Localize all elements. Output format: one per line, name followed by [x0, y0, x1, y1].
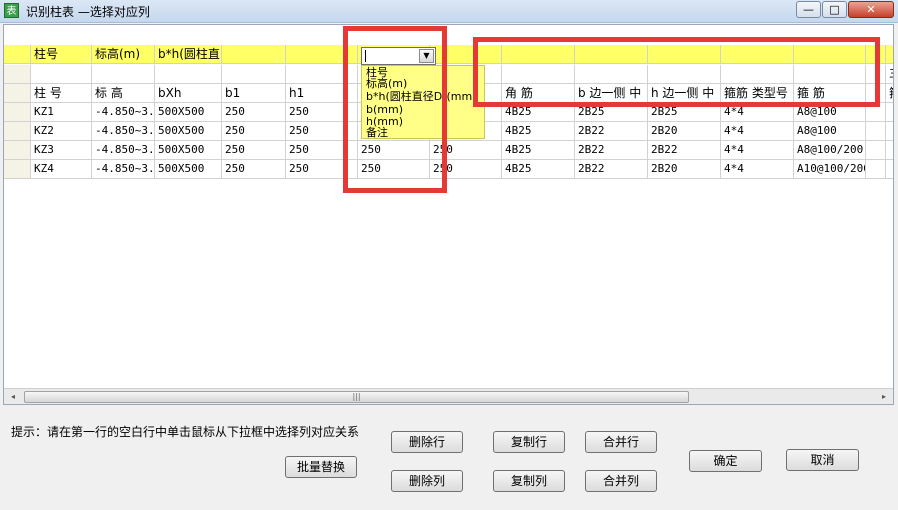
grid-cell: -4.850~3.1 — [92, 122, 155, 141]
grid-cell: 2B20 — [648, 160, 721, 179]
grid-cell: 500X500 — [155, 122, 222, 141]
grid-cell: 箍 — [886, 84, 893, 103]
merge-column-button[interactable]: 合并列 — [585, 470, 657, 492]
grid-cell: 250 — [222, 141, 286, 160]
grid-cell — [866, 122, 886, 141]
cancel-button[interactable]: 取消 — [786, 449, 859, 471]
grid-cell — [886, 103, 893, 122]
grid-cell — [886, 160, 893, 179]
grid-cell: 500X500 — [155, 103, 222, 122]
grid-cell: 2B20 — [648, 122, 721, 141]
grid-cell — [866, 160, 886, 179]
grid-cell: 2B22 — [575, 141, 648, 160]
grid-cell: 4*4 — [721, 141, 794, 160]
row-header-cell — [4, 65, 31, 84]
grid-cell — [222, 65, 286, 84]
maximize-button[interactable]: □ — [822, 1, 847, 18]
row-header-cell — [4, 141, 31, 160]
grid-cell: 4B25 — [502, 160, 575, 179]
grid-cell: 500X500 — [155, 141, 222, 160]
window-title: 识别柱表 —选择对应列 — [26, 5, 150, 19]
scroll-left-icon[interactable]: ◂ — [6, 391, 20, 403]
grid-cell: 2B22 — [575, 122, 648, 141]
grid-cell: 4*4 — [721, 122, 794, 141]
app-icon: 表 — [4, 3, 19, 18]
grid-cell: 柱 号 — [31, 84, 92, 103]
grid-cell: 2B22 — [575, 160, 648, 179]
copy-column-button[interactable]: 复制列 — [493, 470, 565, 492]
row-header-cell — [4, 160, 31, 179]
grid-cell: 250 — [222, 122, 286, 141]
grid-cell: 500X500 — [155, 160, 222, 179]
grid-cell: 4*4 — [721, 160, 794, 179]
batch-replace-button[interactable]: 批量替换 — [285, 456, 357, 478]
row-header-cell — [4, 122, 31, 141]
grid-cell: -4.850~3.1 — [92, 141, 155, 160]
grid-cell[interactable]: b*h(圆柱直 — [155, 45, 222, 64]
annotation-box-columns — [473, 37, 880, 107]
grid-cell — [92, 65, 155, 84]
grid-cell: KZ2 — [31, 122, 92, 141]
grid-cell: A10@100/200 — [794, 160, 866, 179]
grid-cell: 4B25 — [502, 141, 575, 160]
grid-cell: 2B22 — [648, 141, 721, 160]
grid-cell: A8@100/200 — [794, 141, 866, 160]
horizontal-scrollbar[interactable]: ◂ ||| ▸ — [4, 388, 893, 404]
minimize-button[interactable]: — — [796, 1, 821, 18]
grid-cell: bXh — [155, 84, 222, 103]
grid-cell: KZ4 — [31, 160, 92, 179]
grid-cell: KZ1 — [31, 103, 92, 122]
delete-row-button[interactable]: 删除行 — [391, 431, 463, 453]
grid-cell[interactable] — [222, 45, 286, 64]
grid-cell[interactable] — [886, 45, 893, 64]
title-bar: 表 识别柱表 —选择对应列 — □ ✕ — [0, 0, 898, 23]
close-button[interactable]: ✕ — [848, 1, 894, 18]
grid-cell — [886, 122, 893, 141]
grid-cell[interactable]: 标高(m) — [92, 45, 155, 64]
delete-column-button[interactable]: 删除列 — [391, 470, 463, 492]
scroll-right-icon[interactable]: ▸ — [877, 391, 891, 403]
grid-cell: 250 — [222, 103, 286, 122]
grid-cell — [886, 141, 893, 160]
grid-cell: b1 — [222, 84, 286, 103]
grid-cell: 三 配 — [886, 65, 893, 84]
grid-cell[interactable]: 柱号 — [31, 45, 92, 64]
grid-cell: 250 — [222, 160, 286, 179]
hint-text: 提示：请在第一行的空白行中单击鼠标从下拉框中选择列对应关系 — [11, 425, 360, 439]
annotation-box-dropdown — [343, 26, 447, 193]
scrollbar-thumb[interactable]: ||| — [24, 391, 689, 403]
merge-row-button[interactable]: 合并行 — [585, 431, 657, 453]
row-header-cell — [4, 84, 31, 103]
ok-button[interactable]: 确定 — [689, 450, 762, 472]
copy-row-button[interactable]: 复制行 — [493, 431, 565, 453]
grid-cell: A8@100 — [794, 122, 866, 141]
grid-cell: 4B25 — [502, 122, 575, 141]
grid-cell — [31, 65, 92, 84]
grid-cell — [155, 65, 222, 84]
grid-cell: -4.850~3.1 — [92, 160, 155, 179]
grid-cell: -4.850~3.1 — [92, 103, 155, 122]
grid-cell: 标 高 — [92, 84, 155, 103]
row-header-cell — [4, 103, 31, 122]
grid-cell: KZ3 — [31, 141, 92, 160]
row-header-cell[interactable] — [4, 45, 31, 64]
grid-cell — [866, 141, 886, 160]
